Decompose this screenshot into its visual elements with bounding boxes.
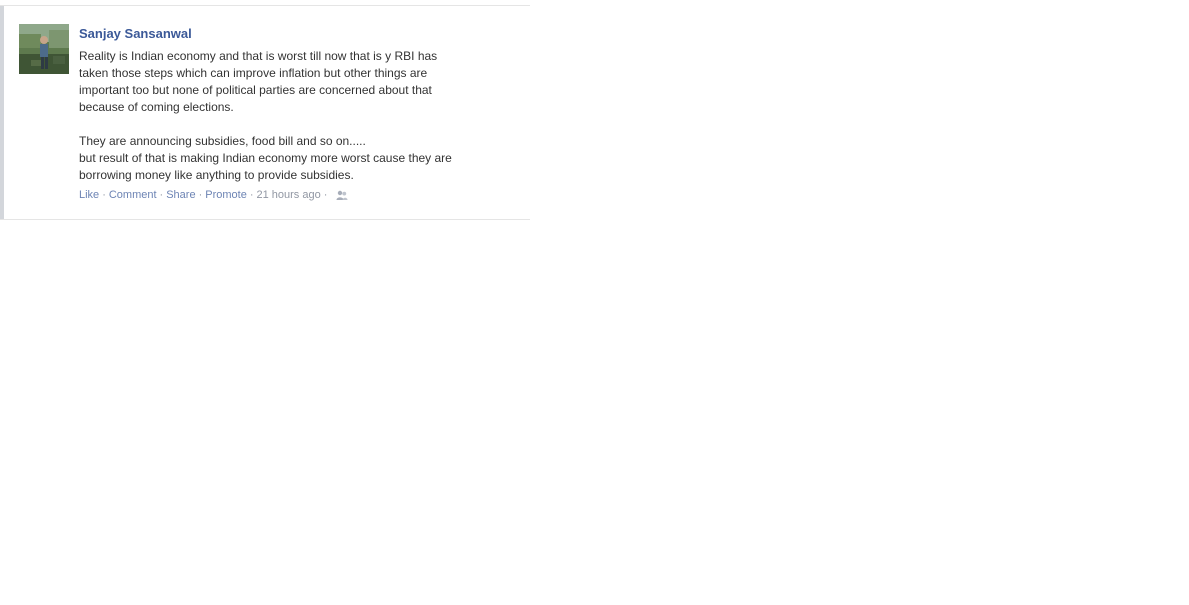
post-message: Reality is Indian economy and that is wo… xyxy=(79,48,519,184)
separator-dot: · xyxy=(159,189,164,201)
separator-dot: · xyxy=(198,189,203,201)
post-content: Sanjay Sansanwal Reality is Indian econo… xyxy=(79,25,519,202)
friends-privacy-icon[interactable] xyxy=(336,190,348,201)
post-timestamp-link[interactable]: 21 hours ago xyxy=(257,188,321,202)
like-link[interactable]: Like xyxy=(79,188,99,202)
message-paragraph: They are announcing subsidies, food bill… xyxy=(79,134,452,182)
feed-post: Sanjay Sansanwal Reality is Indian econo… xyxy=(0,5,530,220)
message-paragraph: Reality is Indian economy and that is wo… xyxy=(79,49,438,114)
separator-dot: · xyxy=(102,189,106,201)
post-left-border xyxy=(0,6,4,219)
post-actions: Like · Comment · Share · Promote · 21 ho… xyxy=(79,188,519,202)
separator-dot: · xyxy=(249,189,254,201)
author-avatar[interactable] xyxy=(19,24,69,74)
promote-link[interactable]: Promote xyxy=(205,188,247,202)
comment-link[interactable]: Comment xyxy=(109,188,157,202)
avatar-photo xyxy=(19,24,69,74)
author-name-link[interactable]: Sanjay Sansanwal xyxy=(79,26,192,42)
separator-dot: · xyxy=(323,189,328,201)
share-link[interactable]: Share xyxy=(166,188,195,202)
